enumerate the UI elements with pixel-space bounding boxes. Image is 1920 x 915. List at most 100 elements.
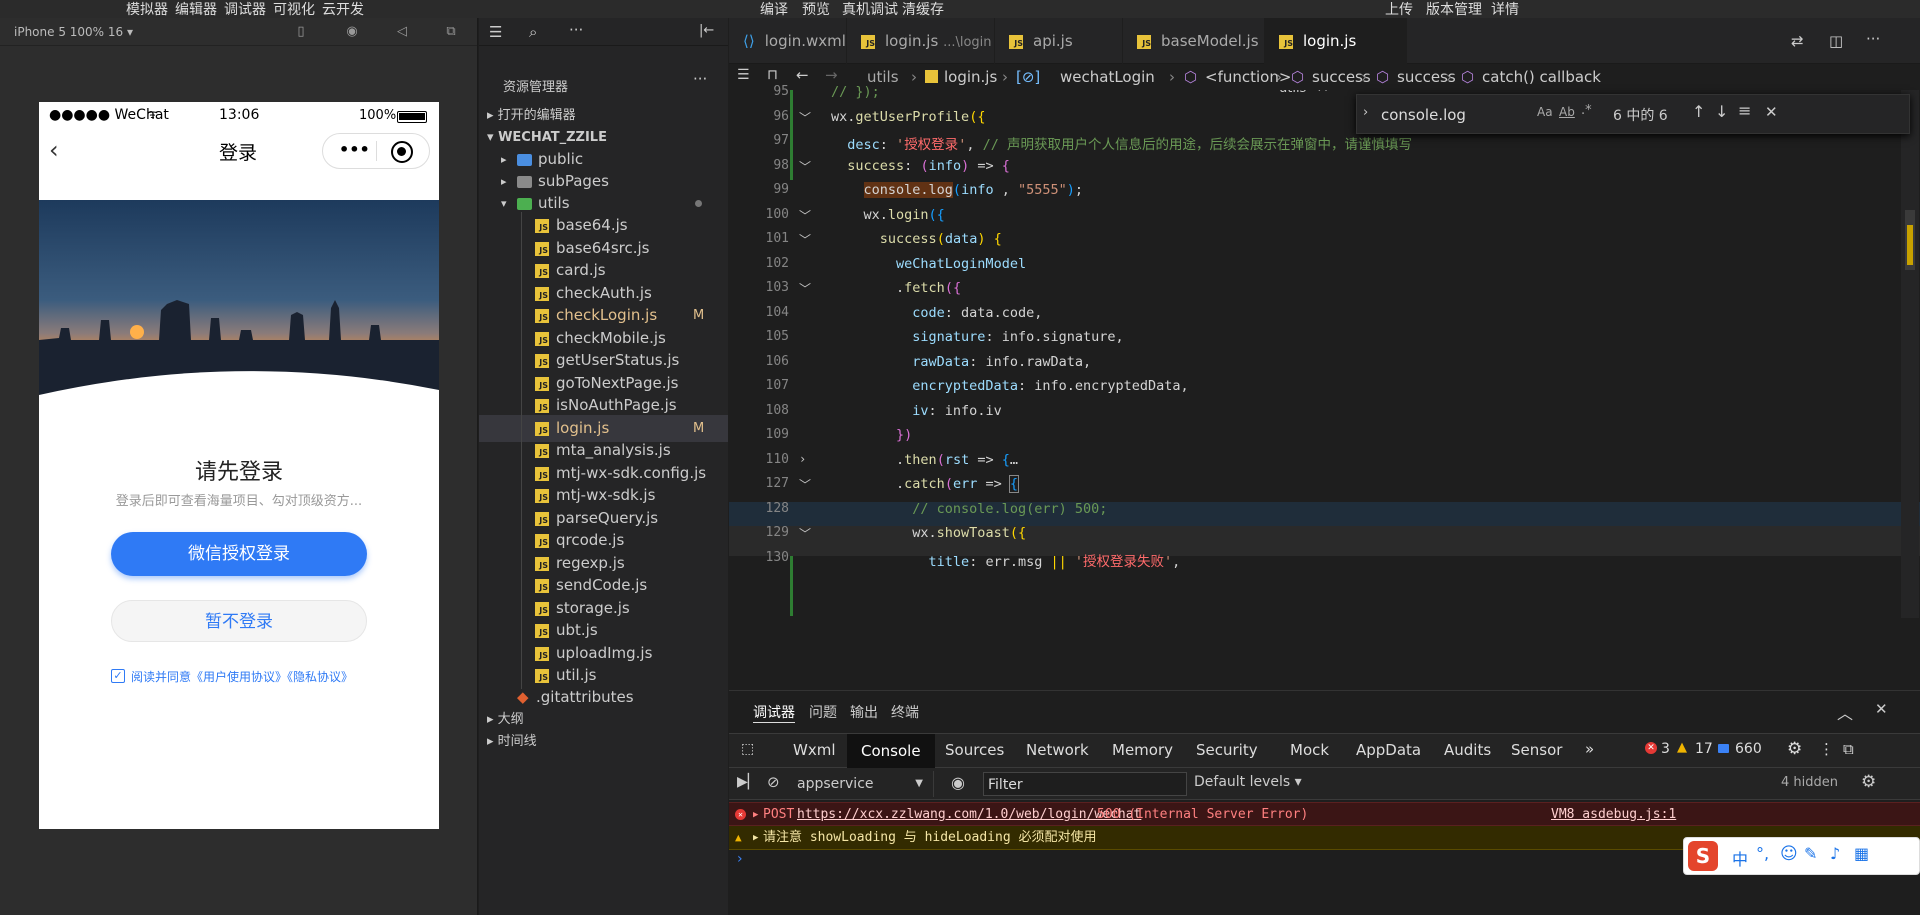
kebab-icon[interactable]: ⋮ <box>1819 740 1834 758</box>
tab-login-js-page[interactable]: JS login.js ...\login <box>847 18 995 64</box>
more-icon[interactable]: ··· <box>1866 30 1880 48</box>
breadcrumb-symbol-1[interactable]: wechatLogin <box>1060 68 1155 86</box>
tab-problems[interactable]: 问题 <box>809 702 837 722</box>
warning-count[interactable]: 17 <box>1695 741 1713 757</box>
menu-details[interactable]: 详情 <box>1491 0 1519 19</box>
menu-compile[interactable]: 编译 <box>760 0 788 19</box>
filter-input[interactable]: Filter <box>983 772 1187 796</box>
tab-security[interactable]: Security <box>1196 741 1258 759</box>
tab-appdata[interactable]: AppData <box>1356 741 1421 759</box>
more-icon[interactable]: ••• <box>339 140 370 159</box>
menu-version[interactable]: 版本管理 <box>1426 0 1482 19</box>
chevron-up-icon[interactable]: ︿ <box>1837 700 1853 724</box>
window-icon[interactable]: ⧉ <box>443 24 459 40</box>
code-area[interactable]: 95 // }); 96 ﹀ wx.getUserProfile({97 desc: '… <box>729 84 1920 690</box>
console-error-row[interactable]: ✕ ▶ POST https://xcx.zzlwang.com/1.0/web… <box>729 802 1920 826</box>
sidebar-toggle-icon[interactable]: ▶▏ <box>737 774 759 790</box>
tab-sensor[interactable]: Sensor <box>1511 741 1562 759</box>
tab-memory[interactable]: Memory <box>1112 741 1173 759</box>
menu-cloud[interactable]: 云开发 <box>322 0 364 19</box>
gear-icon[interactable]: ⚙ <box>1861 772 1876 792</box>
gear-icon[interactable]: ⚙ <box>1787 739 1802 759</box>
skip-login-button[interactable]: 暂不登录 <box>111 600 367 642</box>
timeline-section[interactable]: ▸ 时间线 <box>479 728 728 755</box>
match-case-icon[interactable]: Aa <box>1537 105 1553 119</box>
chevron-down-icon[interactable]: ﹀ <box>799 231 811 248</box>
menu-simulator[interactable]: 模拟器 <box>126 0 168 19</box>
menu-visualize[interactable]: 可视化 <box>273 0 315 19</box>
menu-device-debug[interactable]: 真机调试 <box>842 0 898 19</box>
find-input[interactable]: console.log <box>1377 101 1587 129</box>
chevron-down-icon[interactable]: ﹀ <box>799 280 811 297</box>
menu-editor[interactable]: 编辑器 <box>175 0 217 19</box>
chevron-right-icon[interactable]: › <box>799 452 806 466</box>
tab-login-wxml[interactable]: ⟨⟩ login.wxml <box>729 18 847 64</box>
search-icon[interactable]: ⌕ <box>529 23 537 41</box>
agreement-checkbox[interactable]: ✓ <box>111 669 125 683</box>
tab-terminal[interactable]: 终端 <box>891 702 919 722</box>
chevron-right-icon[interactable]: › <box>1363 105 1368 120</box>
chevron-down-icon[interactable]: ﹀ <box>799 207 811 224</box>
list-icon[interactable]: ☰ <box>737 67 750 83</box>
menu-clear-cache[interactable]: 清缓存 <box>902 0 944 19</box>
regex-icon[interactable]: .* <box>1581 103 1592 118</box>
context-select[interactable]: appservice ▼ <box>797 771 934 797</box>
back-arrow-icon[interactable]: ← <box>796 66 809 84</box>
clear-console-icon[interactable]: ⊘ <box>767 773 780 791</box>
more-tabs-icon[interactable]: » <box>1585 740 1594 758</box>
expand-icon[interactable]: ▶ <box>753 826 758 850</box>
close-mini-program-icon[interactable] <box>391 141 413 163</box>
agreement-text[interactable]: 阅读并同意《用户使用协议》《隐私协议》 <box>131 668 353 685</box>
source-link[interactable]: VM8 asdebug.js:1 <box>1551 803 1676 827</box>
explorer-more-icon[interactable]: ··· <box>693 70 707 88</box>
menu-upload[interactable]: 上传 <box>1385 0 1413 19</box>
error-count[interactable]: 3 <box>1661 741 1670 757</box>
pen-icon[interactable]: ✎ <box>1804 844 1817 863</box>
tab-basemodel-js[interactable]: JS baseModel.js <box>1123 18 1265 64</box>
ime-language-icon[interactable]: 中 <box>1732 846 1748 870</box>
tab-network[interactable]: Network <box>1026 741 1089 759</box>
request-url[interactable]: https://xcx.zzlwang.com/1.0/web/login/we… <box>797 803 1141 827</box>
chevron-down-icon[interactable]: ﹀ <box>799 109 811 126</box>
tab-mock[interactable]: Mock <box>1290 741 1329 759</box>
close-icon[interactable]: ✕ <box>1765 103 1778 121</box>
record-icon[interactable]: ◉ <box>344 24 360 40</box>
collapse-sidebar-icon[interactable]: |← <box>699 23 714 38</box>
levels-select[interactable]: Default levels ▾ <box>1194 774 1302 790</box>
close-icon[interactable]: ✕ <box>1875 700 1888 718</box>
sound-icon[interactable]: ◁ <box>394 24 410 40</box>
microphone-icon[interactable]: ♪ <box>1830 844 1840 863</box>
tab-sources[interactable]: Sources <box>945 741 1004 759</box>
chevron-down-icon[interactable]: ﹀ <box>799 158 811 175</box>
arrow-down-icon[interactable]: ↓ <box>1715 102 1728 121</box>
tab-api-js[interactable]: JS api.js <box>995 18 1123 64</box>
message-count[interactable]: 660 <box>1735 741 1762 757</box>
ime-punctuation-icon[interactable]: °, <box>1756 844 1769 863</box>
tab-wxml[interactable]: Wxml <box>793 741 836 759</box>
back-icon[interactable]: ‹ <box>49 136 59 164</box>
arrow-up-icon[interactable]: ↑ <box>1692 102 1705 121</box>
tab-audits[interactable]: Audits <box>1444 741 1491 759</box>
scrollbar-track[interactable] <box>1901 90 1919 618</box>
apps-icon[interactable]: ▦ <box>1854 844 1869 863</box>
tab-output[interactable]: 输出 <box>850 702 878 722</box>
emoji-icon[interactable]: ☺ <box>1780 844 1798 864</box>
dock-icon[interactable]: ⧉ <box>1843 740 1854 758</box>
sogou-logo-icon[interactable]: S <box>1688 841 1718 871</box>
menu-preview[interactable]: 预览 <box>802 0 830 19</box>
find-in-selection-icon[interactable]: ≡ <box>1738 101 1751 120</box>
more-icon[interactable]: ··· <box>569 21 583 39</box>
whole-word-icon[interactable]: Ab <box>1559 105 1575 119</box>
inspect-icon[interactable]: ⬚ <box>741 741 754 757</box>
wechat-login-button[interactable]: 微信授权登录 <box>111 532 367 576</box>
split-editor-icon[interactable]: ◫ <box>1829 32 1843 50</box>
bookmark-icon[interactable]: ⊓ <box>767 67 778 83</box>
chevron-down-icon[interactable]: ﹀ <box>799 525 811 542</box>
chevron-down-icon[interactable]: ﹀ <box>799 476 811 493</box>
breadcrumb-symbol-5[interactable]: catch() callback <box>1482 68 1601 86</box>
expand-icon[interactable]: ▶ <box>753 803 758 827</box>
device-selector[interactable]: iPhone 5 100% 16 ▾ <box>14 25 133 39</box>
compare-icon[interactable]: ⇄ <box>1791 32 1804 50</box>
tab-debugger[interactable]: 调试器 <box>753 702 795 723</box>
files-icon[interactable]: ☰ <box>489 23 502 41</box>
